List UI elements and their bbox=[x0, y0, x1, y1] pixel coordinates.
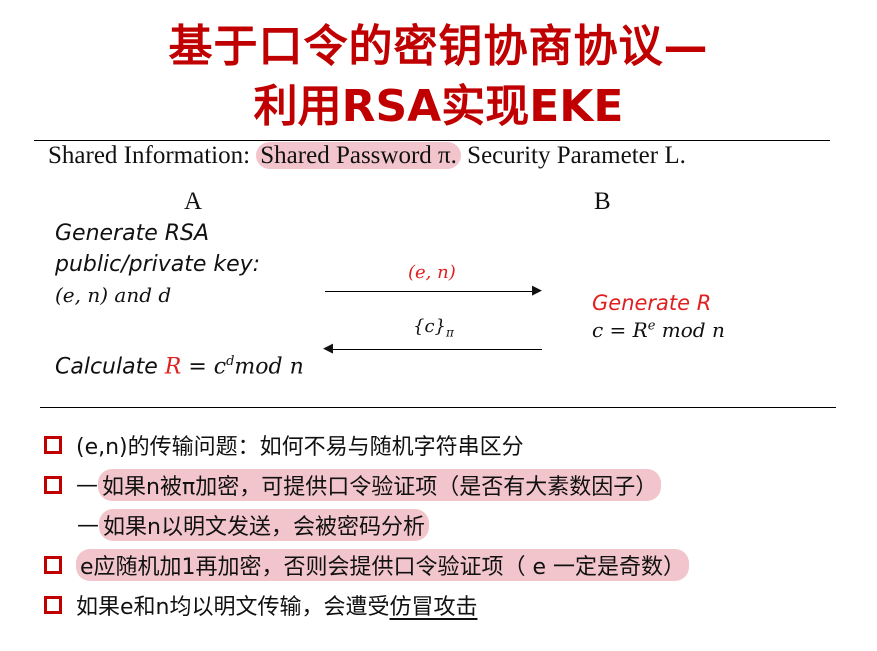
bullet-square-icon bbox=[44, 556, 62, 574]
ciphertext-mod: mod n bbox=[655, 318, 725, 342]
bullet-text: 如果n被π加密，可提供口令验证项（是否有大素数因子） bbox=[98, 469, 662, 501]
bullet-list: (e,n)的传输问题：如何不易与随机字符串区分 — 如果n被π加密，可提供口令验证… bbox=[44, 425, 690, 625]
public-key-pair: (e, n) and d bbox=[55, 283, 172, 307]
calculate-eq: = c bbox=[181, 354, 227, 380]
bullet-dash: — bbox=[77, 512, 99, 538]
top-divider bbox=[34, 140, 830, 141]
generate-r: Generate R bbox=[592, 291, 712, 315]
security-parameter: Security Parameter L. bbox=[460, 142, 686, 169]
arrow-a-to-b bbox=[325, 291, 537, 292]
title-line-2: 利用RSA实现EKE bbox=[253, 81, 624, 132]
bullet-item: 如果e和n均以明文传输，会遭受 仿冒攻击 bbox=[44, 585, 689, 625]
calculate-r: Calculate R = cdmod n bbox=[55, 354, 304, 379]
arrow-label-c: {c}π bbox=[413, 316, 454, 340]
shared-password: Shared Password π. bbox=[256, 142, 461, 169]
sub-item: — 如果n以明文发送，会被密码分析 bbox=[44, 505, 689, 545]
bullet-text: e应随机加1再加密，否则会提供口令验证项（ e 一定是奇数） bbox=[76, 549, 690, 581]
shared-label: Shared Information: bbox=[48, 142, 257, 169]
title-line-1: 基于口令的密钥协商协议— bbox=[168, 21, 709, 72]
arrow-label-en: (e, n) bbox=[408, 262, 456, 283]
bullet-dash: — bbox=[76, 472, 98, 498]
calculate-r-var: R bbox=[164, 354, 182, 380]
ciphertext-formula: c = Re mod n bbox=[592, 318, 725, 342]
bullet-square-icon bbox=[44, 476, 62, 494]
bullet-item: — 如果n被π加密，可提供口令验证项（是否有大素数因子） bbox=[44, 465, 689, 505]
bullet-item: (e,n)的传输问题：如何不易与随机字符串区分 bbox=[44, 425, 689, 465]
ciphertext-eq: c = R bbox=[592, 318, 648, 342]
arrow-b-to-a bbox=[330, 349, 542, 350]
arrow-label-c-text: {c} bbox=[413, 316, 446, 337]
bullet-square-icon bbox=[44, 596, 62, 614]
bottom-divider bbox=[40, 407, 836, 408]
bullet-text: (e,n)的传输问题：如何不易与随机字符串区分 bbox=[76, 435, 524, 460]
bullet-item: e应随机加1再加密，否则会提供口令验证项（ e 一定是奇数） bbox=[44, 545, 690, 585]
calculate-label: Calculate bbox=[55, 354, 165, 380]
bullet-text: 如果e和n均以明文传输，会遭受 bbox=[76, 595, 390, 620]
generate-rsa-line2: public/private key: bbox=[55, 252, 261, 277]
generate-rsa-line1: Generate RSA bbox=[55, 221, 210, 246]
party-a-label: A bbox=[184, 188, 203, 215]
shared-information: Shared Information: Shared Password π. S… bbox=[48, 142, 686, 170]
arrow-label-c-sub: π bbox=[446, 325, 454, 340]
party-b-label: B bbox=[594, 188, 611, 215]
arrow-head-right-icon: ▶ bbox=[532, 283, 542, 298]
bullet-text: 如果n以明文发送，会被密码分析 bbox=[99, 509, 429, 541]
calculate-mod: mod n bbox=[234, 354, 304, 380]
bullet-square-icon bbox=[44, 436, 62, 454]
bullet-underlined-term: 仿冒攻击 bbox=[389, 595, 478, 620]
arrow-head-left-icon: ◀ bbox=[323, 341, 333, 356]
